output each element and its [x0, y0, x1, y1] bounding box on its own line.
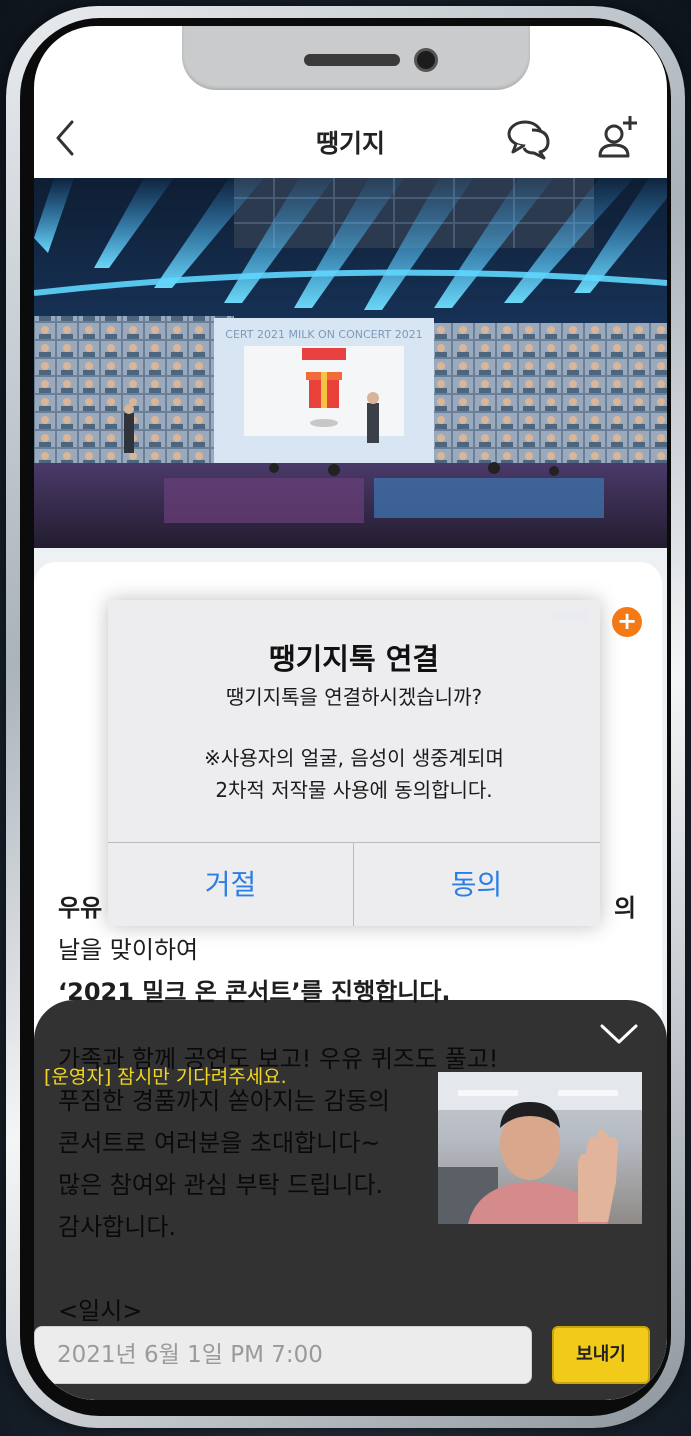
connect-dialog: 땡기지톡 연결 땡기지톡을 연결하시겠습니까? ※사용자의 얼굴, 음성이 생중… [108, 600, 600, 926]
send-button[interactable]: 보내기 [552, 1326, 650, 1384]
dialog-message: 땡기지톡을 연결하시겠습니까? [225, 685, 483, 709]
dialog-title: 땡기지톡 연결 [268, 642, 440, 676]
page-title: 땡기지 [315, 130, 385, 158]
concert-stage-image: CERT 2021 MILK ON CONCERT 2021 [34, 178, 667, 548]
app-screen: CERT 2021 MILK ON CONCERT 2021 땡기지 + 우유 … [34, 26, 667, 1400]
live-video-feed[interactable] [438, 1072, 642, 1224]
operator-message: [운영자] 잠시만 기다려주세요. [44, 1066, 287, 1088]
dialog-note-line: ※사용자의 얼굴, 음성이 생중계되며 [204, 746, 504, 770]
plus-circle-icon[interactable]: + [612, 607, 642, 637]
accept-button[interactable]: 동의 [354, 843, 599, 926]
post-body-line-start: 우유 [58, 894, 103, 922]
dialog-note-line: 2차적 저작물 사용에 동의합니다. [215, 778, 493, 802]
post-body-line-end: 의 [614, 894, 637, 922]
speaker-grille [304, 54, 400, 66]
phone-notch [182, 26, 530, 90]
app-header: 땡기지 [34, 100, 667, 178]
screen-text: CERT 2021 MILK ON CONCERT 2021 [225, 328, 422, 341]
add-user-icon [598, 116, 637, 158]
video-person-illustration [438, 1072, 642, 1224]
chevron-down-icon [600, 1024, 638, 1044]
concert-stage-illustration: CERT 2021 MILK ON CONCERT 2021 [34, 178, 667, 548]
dialog-note: ※사용자의 얼굴, 음성이 생중계되며 2차적 저작물 사용에 동의합니다. [108, 742, 600, 806]
add-user-button[interactable] [596, 114, 640, 160]
post-body-line: 날을 맞이하여 [58, 936, 199, 964]
chat-bubbles-icon [507, 120, 550, 160]
chat-input[interactable]: 2021년 6월 1일 PM 7:00 [34, 1326, 532, 1384]
live-chat-panel: 가족과 함께 공연도 보고! 우유 퀴즈도 풀고! 푸짐한 경품까지 쏟아지는 … [34, 1000, 667, 1400]
chat-button[interactable] [506, 118, 552, 160]
decline-button[interactable]: 거절 [108, 843, 353, 926]
front-camera [414, 48, 438, 72]
collapse-button[interactable] [598, 1020, 640, 1048]
background-line [58, 1248, 658, 1290]
